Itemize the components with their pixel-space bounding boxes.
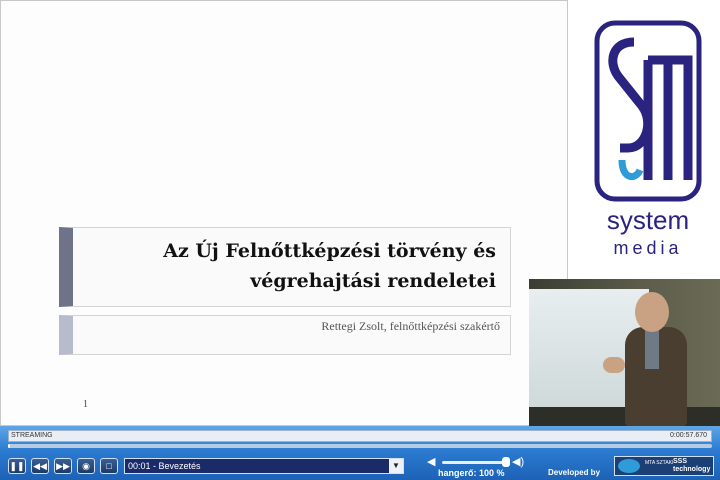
slide-title-box: Az Új Felnőttképzési törvény és végrehaj… (59, 227, 511, 307)
speaker-head (635, 292, 669, 332)
sm-monogram-icon (594, 20, 702, 202)
fullscreen-button[interactable]: □ (100, 458, 118, 474)
system-media-logo: system media (576, 0, 720, 278)
logo-text-system: system (606, 205, 690, 235)
volume-label: hangerő: 100 % (438, 468, 505, 478)
volume-slider-handle[interactable] (502, 457, 510, 467)
developer-logo[interactable]: MTA SZTAKI SSS technology (614, 456, 714, 476)
chapter-select[interactable]: 00:01 - Bevezetés ▼ (124, 458, 404, 474)
developer-logo-technology: technology (673, 466, 711, 473)
volume-slider[interactable] (442, 461, 506, 464)
status-row: STREAMING 0:00:57.670 (8, 430, 712, 442)
speaker-hand (603, 357, 625, 373)
slide-title-line-1: Az Új Felnőttképzési törvény és (163, 240, 496, 262)
developed-by-label: Developed by (548, 468, 601, 477)
progress-bar[interactable] (8, 444, 712, 448)
eye-icon: ◉ (82, 461, 90, 471)
chapter-selected-value: 00:01 - Bevezetés (128, 461, 201, 471)
slide-page-number: 1 (83, 399, 88, 410)
rewind-button[interactable]: ◀◀ (31, 458, 49, 474)
slide-subtitle-box: Rettegi Zsolt, felnőttképzési szakértő (59, 315, 511, 355)
chevron-down-icon[interactable]: ▼ (389, 459, 403, 473)
streaming-label: STREAMING (11, 432, 53, 439)
developer-logo-right-text: SSS technology (673, 458, 710, 474)
speaker-video (529, 279, 720, 426)
developer-logo-left-text: MTA SZTAKI (645, 460, 674, 466)
pause-button[interactable]: ❚❚ (8, 458, 26, 474)
view-button[interactable]: ◉ (77, 458, 95, 474)
rewind-icon: ◀◀ (33, 461, 47, 471)
slide-title-line-2: végrehajtási rendeletei (250, 270, 496, 292)
sztaki-logo-icon (618, 459, 640, 473)
slide-subtitle: Rettegi Zsolt, felnőttképzési szakértő (321, 319, 500, 333)
fullscreen-icon: □ (106, 461, 112, 471)
volume-high-icon[interactable]: ◀) (512, 455, 524, 468)
fast-forward-icon: ▶▶ (56, 461, 70, 471)
developer-logo-sss: SSS (673, 458, 688, 465)
media-player-bar: STREAMING 0:00:57.670 ❚❚ ◀◀ ▶▶ ◉ □ 00:01… (0, 426, 720, 480)
fast-forward-button[interactable]: ▶▶ (54, 458, 72, 474)
time-display: 0:00:57.670 (670, 432, 707, 439)
logo-text-media: media (613, 238, 683, 258)
presentation-slide: Az Új Felnőttképzési törvény és végrehaj… (0, 0, 568, 426)
progress-fill (8, 444, 10, 448)
speaker-shirt (645, 329, 659, 369)
volume-low-icon[interactable]: ◀ (427, 455, 435, 468)
pause-icon: ❚❚ (9, 461, 25, 471)
